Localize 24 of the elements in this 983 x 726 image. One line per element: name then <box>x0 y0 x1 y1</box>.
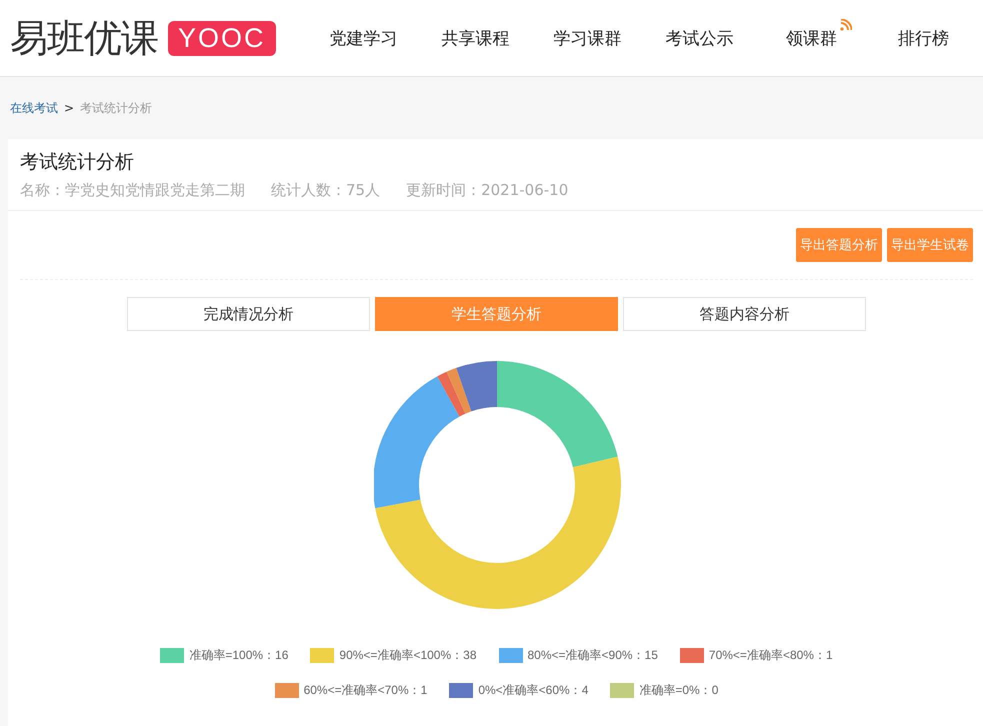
tab[interactable]: 完成情况分析 <box>127 297 370 331</box>
nav-link[interactable]: 排行榜 <box>898 26 950 50</box>
nav-link[interactable]: 领课群 <box>786 26 838 50</box>
meta-text: 更新时间：2021-06-10 <box>406 181 568 200</box>
legend-label: 60%<=准确率<70%：1 <box>304 682 428 699</box>
logo-text[interactable]: 易班优课 <box>10 12 158 64</box>
meta-text: 统计人数：75人 <box>271 181 380 200</box>
legend-label: 70%<=准确率<80%：1 <box>708 647 833 664</box>
legend-label: 80%<=准确率<90%：15 <box>528 647 658 664</box>
nav-link[interactable]: 学习课群 <box>554 26 622 50</box>
logo-badge[interactable]: YOOC <box>168 20 276 56</box>
legend-label: 准确率=100%：16 <box>189 647 288 664</box>
tab[interactable]: 答题内容分析 <box>623 297 866 331</box>
legend-label: 准确率=0%：0 <box>639 682 718 699</box>
nav-link[interactable]: 考试公示 <box>666 26 734 50</box>
page-title: 考试统计分析 <box>20 150 135 175</box>
meta-text: 名称：学党史知党情跟党走第二期 <box>20 181 245 200</box>
breadcrumb-link[interactable]: 在线考试 <box>10 100 58 116</box>
breadcrumb-separator: > <box>64 101 74 115</box>
legend-label: 90%<=准确率<100%：38 <box>339 647 476 664</box>
breadcrumb-current: 考试统计分析 <box>80 100 152 116</box>
legend-label: 0%<准确率<60%：4 <box>478 682 588 699</box>
nav-link[interactable]: 党建学习 <box>330 26 398 50</box>
nav-link[interactable]: 共享课程 <box>442 26 510 50</box>
